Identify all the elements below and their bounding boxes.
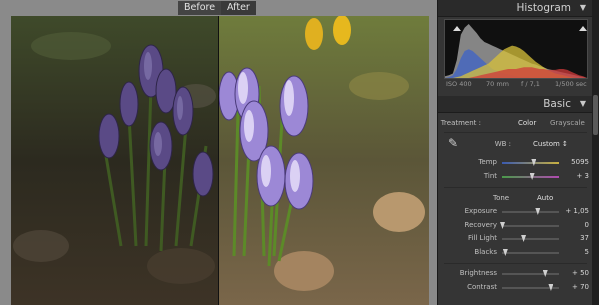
fill-light-value[interactable]: 37	[559, 233, 589, 244]
exposure-label: Exposure	[464, 207, 497, 215]
treatment-label: Treatment :	[440, 119, 481, 127]
eyedropper-icon[interactable]: ✎	[448, 137, 458, 149]
tint-slider-thumb[interactable]	[529, 173, 535, 180]
aperture-readout: f / 7,1	[521, 80, 540, 88]
recovery-value[interactable]: 0	[559, 220, 589, 231]
tint-value[interactable]: + 3	[559, 171, 589, 182]
wb-label: WB :	[494, 140, 511, 148]
highlight-clipping-icon[interactable]	[579, 26, 587, 31]
divider	[444, 132, 587, 133]
wb-preset-select[interactable]: Custom ↕	[533, 139, 568, 150]
collapse-triangle-icon[interactable]: ▼	[580, 3, 586, 12]
recovery-slider-track[interactable]	[500, 222, 559, 229]
recovery-label: Recovery	[464, 221, 497, 229]
histogram-chart	[445, 24, 587, 78]
view-tabs: Before After	[0, 1, 437, 16]
temp-slider-track[interactable]	[502, 159, 559, 166]
panel-scrollbar-thumb[interactable]	[593, 95, 598, 135]
brightness-row: Brightness + 50	[438, 268, 593, 279]
divider	[444, 263, 587, 264]
temp-slider-thumb[interactable]	[531, 159, 537, 166]
temp-label: Temp	[478, 158, 497, 166]
develop-panel: Histogram ▼ ISO 400 70 mm f / 7,1 1/500 …	[437, 0, 599, 305]
exposure-slider-thumb[interactable]	[535, 208, 541, 215]
blacks-row: Blacks 5	[438, 247, 593, 258]
tint-label: Tint	[483, 172, 497, 180]
fill-light-label: Fill Light	[467, 234, 497, 242]
treatment-color-option[interactable]: Color	[518, 118, 536, 129]
after-photo	[219, 16, 429, 305]
brightness-value[interactable]: + 50	[559, 268, 589, 279]
fill-light-slider-thumb[interactable]	[521, 235, 527, 242]
treatment-grayscale-option[interactable]: Grayscale	[550, 118, 585, 129]
divider	[444, 187, 587, 188]
histogram-graph	[444, 19, 588, 79]
blacks-slider-thumb[interactable]	[502, 249, 508, 256]
exposure-value[interactable]: + 1,05	[559, 206, 589, 217]
recovery-row: Recovery 0	[438, 220, 593, 231]
treatment-row: Treatment : Color Grayscale	[438, 118, 593, 129]
histogram-header[interactable]: Histogram ▼	[438, 0, 593, 17]
auto-tone-button[interactable]: Auto	[537, 193, 553, 204]
fill-light-slider-track[interactable]	[502, 235, 559, 242]
contrast-row: Contrast + 70	[438, 282, 593, 293]
blacks-label: Blacks	[474, 248, 497, 256]
exposure-row: Exposure + 1,05	[438, 206, 593, 217]
shutter-readout: 1/500 sec	[555, 80, 587, 88]
brightness-label: Brightness	[459, 269, 497, 277]
wb-row: ✎ WB : Custom ↕	[438, 137, 593, 150]
exposure-slider-track[interactable]	[502, 208, 559, 215]
iso-readout: ISO 400	[446, 80, 472, 88]
panel-scrollbar[interactable]	[592, 0, 599, 305]
basic-title: Basic	[543, 98, 571, 110]
blacks-value[interactable]: 5	[559, 247, 589, 258]
contrast-value[interactable]: + 70	[559, 282, 589, 293]
brightness-slider-track[interactable]	[502, 270, 559, 277]
fill-light-row: Fill Light 37	[438, 233, 593, 244]
histogram-title: Histogram	[516, 2, 571, 14]
split-divider[interactable]	[218, 16, 219, 305]
temp-row: Temp 5095	[438, 157, 593, 168]
contrast-slider-track[interactable]	[502, 284, 559, 291]
contrast-label: Contrast	[467, 283, 497, 291]
temp-value[interactable]: 5095	[559, 157, 589, 168]
tint-row: Tint + 3	[438, 171, 593, 182]
after-label: After	[221, 1, 256, 15]
basic-header[interactable]: Basic ▼	[438, 96, 593, 113]
before-photo	[11, 16, 218, 305]
recovery-slider-thumb[interactable]	[500, 222, 505, 229]
tone-label: Tone	[493, 194, 510, 202]
collapse-triangle-icon[interactable]: ▼	[580, 99, 586, 108]
blacks-slider-track[interactable]	[502, 249, 559, 256]
before-after-preview: Before After	[0, 0, 437, 305]
tone-row: Tone Auto	[438, 193, 593, 204]
brightness-slider-thumb[interactable]	[542, 270, 548, 277]
focal-readout: 70 mm	[486, 80, 510, 88]
tint-slider-track[interactable]	[502, 173, 559, 180]
before-label: Before	[178, 1, 222, 15]
contrast-slider-thumb[interactable]	[548, 284, 554, 291]
shadow-clipping-icon[interactable]	[453, 26, 461, 31]
